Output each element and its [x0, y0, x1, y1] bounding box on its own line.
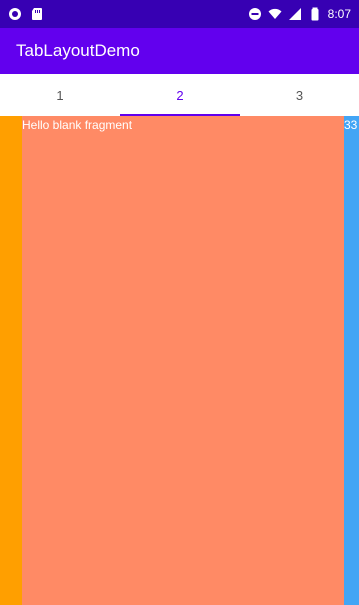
tab-2[interactable]: 2	[120, 74, 240, 116]
status-bar: 8:07	[0, 0, 359, 28]
next-page-text: 33	[344, 118, 358, 132]
status-left-icons	[8, 7, 44, 21]
app-title: TabLayoutDemo	[16, 41, 140, 60]
tab-1[interactable]: 1	[0, 74, 120, 116]
signal-icon	[288, 7, 302, 21]
view-pager[interactable]: Hello blank fragment 33	[0, 116, 359, 605]
status-time: 8:07	[327, 7, 351, 21]
app-bar: TabLayoutDemo	[0, 28, 359, 74]
tab-3-label: 3	[295, 87, 304, 103]
app-circle-icon	[8, 7, 22, 21]
tab-1-label: 1	[56, 87, 64, 103]
status-right-icons: 8:07	[248, 7, 351, 21]
wifi-icon	[268, 7, 282, 21]
do-not-disturb-icon	[248, 7, 262, 21]
phone-screen: 8:07 TabLayoutDemo 1 2 3 Hello blank fra…	[0, 0, 359, 605]
next-page: 33	[344, 116, 359, 605]
battery-icon	[308, 7, 322, 21]
tab-3[interactable]: 3	[240, 74, 359, 116]
previous-page	[0, 116, 22, 605]
sd-card-icon	[30, 7, 44, 21]
current-page: Hello blank fragment	[22, 116, 344, 605]
tab-2-label: 2	[176, 87, 184, 103]
tab-layout: 1 2 3	[0, 74, 359, 116]
fragment-text: Hello blank fragment	[22, 118, 133, 132]
